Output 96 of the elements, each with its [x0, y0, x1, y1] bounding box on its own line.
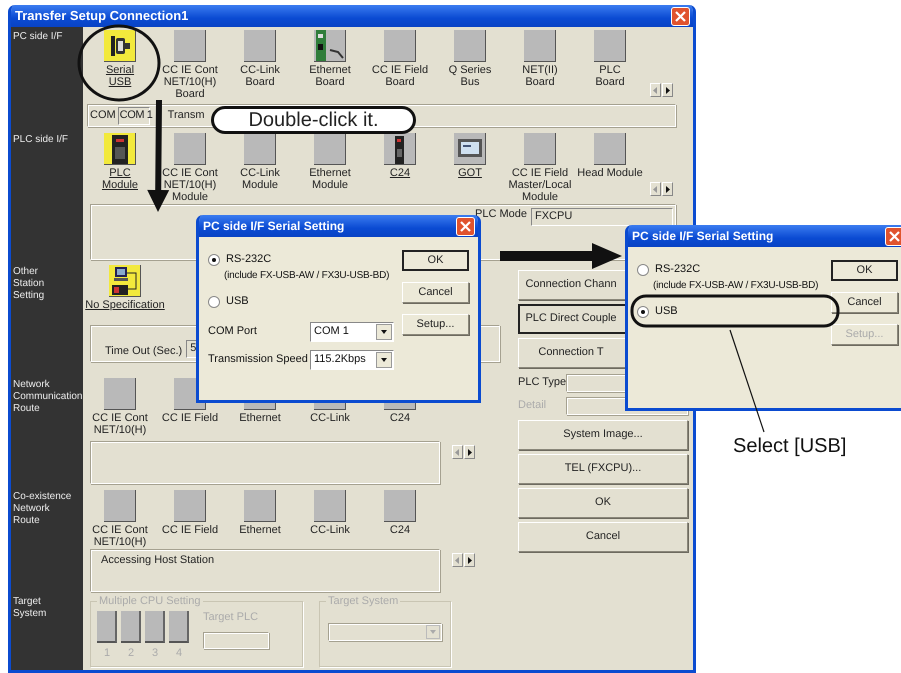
- dialog-button[interactable]: Cancel: [402, 282, 469, 303]
- right-arrow-icon: [664, 186, 671, 192]
- dropdown-field[interactable]: COM 1: [310, 322, 394, 342]
- field-label: COM Port: [208, 325, 258, 339]
- close-icon: [459, 220, 472, 232]
- field-label: Transmission Speed: [208, 353, 309, 367]
- section-label: Co-existence Network Route: [11, 487, 83, 592]
- command-button[interactable]: OK: [518, 488, 688, 518]
- dialog-button[interactable]: OK: [402, 250, 469, 271]
- text-field[interactable]: [566, 397, 688, 415]
- close-button[interactable]: [885, 226, 901, 246]
- section-label: Target System: [11, 592, 83, 670]
- command-button[interactable]: System Image...: [518, 420, 688, 450]
- interface-option[interactable]: Serial USB: [104, 27, 136, 88]
- interface-option[interactable]: No Specification: [85, 262, 165, 311]
- radio-option[interactable]: USB: [208, 294, 402, 310]
- interface-option[interactable]: Head Module: [577, 130, 643, 179]
- radio-button[interactable]: [637, 264, 649, 276]
- interface-option[interactable]: CC IE Cont NET/10(H): [92, 375, 148, 436]
- timeout-label: Time Out (Sec.): [105, 344, 182, 358]
- radio-button[interactable]: [208, 254, 220, 266]
- right-arrow-icon: [466, 448, 473, 456]
- blank-module-icon: [104, 490, 136, 522]
- interface-option[interactable]: C24: [384, 487, 416, 536]
- close-icon: [674, 10, 687, 22]
- scroll-right-button[interactable]: [662, 83, 673, 97]
- scroll-right-button[interactable]: [464, 445, 475, 459]
- slot-number: 1: [104, 647, 110, 660]
- interface-option[interactable]: Q Series Bus: [448, 27, 492, 88]
- right-arrow-icon: [664, 86, 671, 94]
- com-port-field[interactable]: COM 1: [118, 106, 150, 124]
- blank-module-icon: [104, 378, 136, 410]
- section-label: PLC side I/F: [11, 130, 83, 262]
- target-plc-field[interactable]: [203, 632, 269, 650]
- interface-option[interactable]: PLC Module: [102, 130, 138, 191]
- left-arrow-icon: [652, 86, 659, 94]
- scroll-right-button[interactable]: [464, 553, 475, 567]
- cpu-slot[interactable]: [145, 611, 165, 643]
- status-message: Accessing Host Station: [101, 554, 214, 566]
- cpu-slot[interactable]: [169, 611, 189, 643]
- field-label: PLC Type: [518, 376, 566, 390]
- slot-number: 4: [176, 647, 182, 660]
- interface-option[interactable]: CC-Link: [310, 487, 350, 536]
- annotation-label: Select [USB]: [733, 434, 846, 458]
- com-label: COM: [90, 108, 116, 122]
- section-label: PC side I/F: [11, 27, 83, 130]
- radio-button[interactable]: [208, 296, 220, 308]
- dialog-button[interactable]: OK: [831, 260, 898, 281]
- hint-text: (include FX-USB-AW / FX3U-USB-BD): [223, 269, 390, 283]
- field-label: Detail: [518, 399, 548, 413]
- blank-module-icon: [244, 490, 276, 522]
- cpu-slot[interactable]: [121, 611, 141, 643]
- target-system-dropdown[interactable]: [328, 623, 442, 641]
- callout-label: Double-click it.: [211, 106, 416, 134]
- interface-option[interactable]: Ethernet Board: [309, 27, 351, 88]
- interface-option[interactable]: Ethernet: [239, 487, 281, 536]
- blank-module-icon: [174, 490, 206, 522]
- slot-number: 3: [152, 647, 158, 660]
- interface-option[interactable]: CC IE Field Board: [372, 27, 428, 88]
- interface-option[interactable]: NET(II) Board: [522, 27, 558, 88]
- dialog-button[interactable]: Setup...: [402, 314, 469, 335]
- interface-option[interactable]: CC IE Field Master/Local Module: [508, 130, 572, 203]
- slot-number: 2: [128, 647, 134, 660]
- interface-option[interactable]: PLC Board: [594, 27, 626, 88]
- section-label: Network Communication Route: [11, 375, 83, 487]
- dropdown-field[interactable]: 115.2Kbps: [310, 350, 394, 370]
- left-arrow-icon: [652, 186, 659, 192]
- interface-option[interactable]: CC IE Field: [162, 487, 218, 536]
- blank-module-icon: [384, 490, 416, 522]
- close-button[interactable]: [456, 216, 475, 236]
- dialog-button[interactable]: Cancel: [831, 292, 898, 313]
- radio-button[interactable]: [637, 306, 649, 318]
- left-arrow-icon: [454, 556, 461, 564]
- interface-option[interactable]: CC IE Cont NET/10(H): [92, 487, 148, 548]
- scroll-right-button[interactable]: [662, 182, 673, 196]
- window-title: PC side I/F Serial Setting: [203, 218, 344, 234]
- section-label: Other Station Setting: [11, 262, 83, 375]
- window-title: PC side I/F Serial Setting: [632, 228, 774, 244]
- command-button[interactable]: TEL (FXCPU)...: [518, 454, 688, 484]
- interface-option[interactable]: CC IE Cont NET/10(H) Board: [162, 27, 218, 100]
- close-button[interactable]: [671, 6, 690, 26]
- interface-option[interactable]: GOT: [454, 130, 486, 179]
- target-plc-label: Target PLC: [203, 611, 260, 624]
- right-arrow-icon: [466, 556, 473, 564]
- plc-mode-label: PLC Mode: [475, 208, 527, 222]
- radio-option[interactable]: RS-232C: [208, 252, 402, 268]
- command-button[interactable]: Cancel: [518, 522, 688, 552]
- interface-option[interactable]: CC-Link Board: [240, 27, 280, 88]
- window-title: Transfer Setup Connection1: [15, 8, 188, 24]
- transmission-label: Transm: [168, 108, 205, 122]
- cpu-slot[interactable]: [97, 611, 117, 643]
- group-title: Target System: [326, 595, 400, 607]
- left-arrow-icon: [454, 448, 461, 456]
- blank-module-icon: [314, 490, 346, 522]
- group-title: Multiple CPU Setting: [97, 595, 202, 607]
- close-icon: [888, 230, 901, 242]
